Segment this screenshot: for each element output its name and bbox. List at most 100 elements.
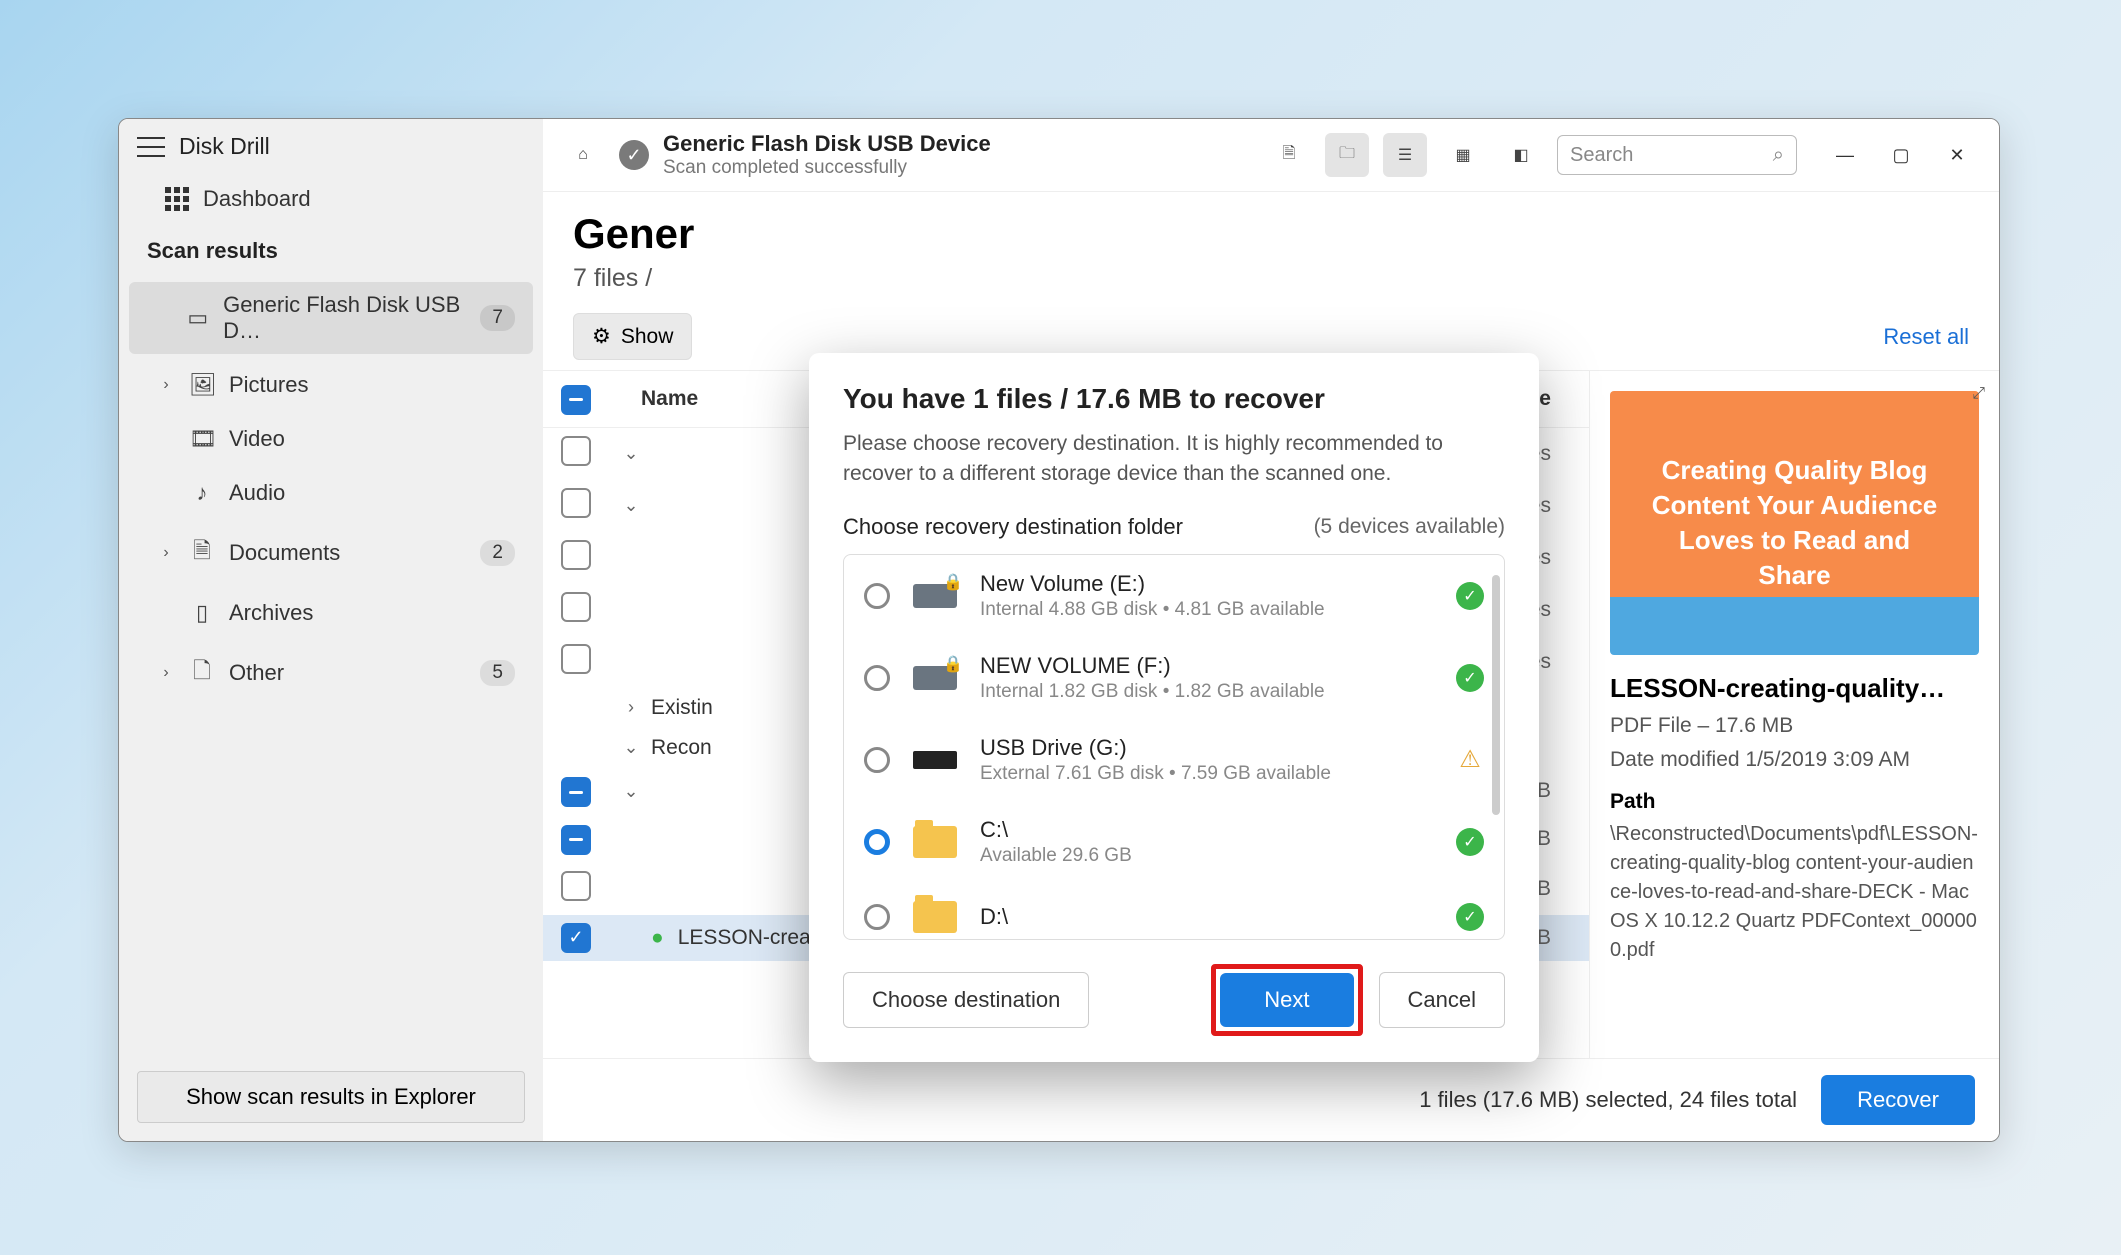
radio-button[interactable] [864,583,890,609]
recover-button[interactable]: Recover [1821,1075,1975,1125]
preview-path: \Reconstructed\Documents\pdf\LESSON-crea… [1610,820,1979,965]
home-icon[interactable]: ⌂ [561,133,605,177]
cancel-button[interactable]: Cancel [1379,972,1505,1028]
grid-icon [165,187,189,211]
selection-status: 1 files (17.6 MB) selected, 24 files tot… [1419,1087,1797,1113]
sidebar-scan-results-header: Scan results [119,224,543,278]
show-label: Show [621,325,674,349]
close-button[interactable]: ✕ [1933,135,1981,175]
sidebar-item-other[interactable]: › 🗋 Other 5 [129,644,533,702]
show-filter-button[interactable]: ⚙ Show [573,313,692,360]
device-option[interactable]: NEW VOLUME (F:)Internal 1.82 GB disk • 1… [844,637,1504,719]
device-name: USB Drive (G:) [980,735,1436,761]
status-ok-icon: ✓ [1456,582,1484,610]
search-input[interactable]: Search ⌕ [1557,135,1797,175]
choose-destination-button[interactable]: Choose destination [843,972,1089,1028]
sliders-icon: ⚙ [592,324,611,349]
radio-button[interactable] [864,904,890,930]
sidebar-item-label: Generic Flash Disk USB D… [223,292,466,344]
search-icon: ⌕ [1773,144,1784,167]
app-window: Disk Drill Dashboard Scan results ▭ Gene… [118,118,2000,1142]
preview-modified: Date modified 1/5/2019 3:09 AM [1610,748,1979,772]
status-ok-icon: ✓ [1456,664,1484,692]
folder-icon[interactable]: 🗀 [1325,133,1369,177]
archive-icon: ▯ [189,600,215,626]
reset-all-link[interactable]: Reset all [1883,324,1969,350]
audio-icon: ♪ [189,480,215,506]
drive-icon: ▭ [187,305,210,331]
sidebar-badge: 5 [480,660,515,686]
radio-button[interactable] [864,747,890,773]
topbar-title: Generic Flash Disk USB Device [663,131,991,157]
bottom-bar: 1 files (17.6 MB) selected, 24 files tot… [543,1058,1999,1141]
chevron-right-icon: › [157,544,175,562]
sidebar-item-device[interactable]: ▭ Generic Flash Disk USB D… 7 [129,282,533,354]
show-in-explorer-button[interactable]: Show scan results in Explorer [137,1071,525,1123]
status-warning-icon: ⚠ [1456,746,1484,774]
list-icon[interactable]: ☰ [1383,133,1427,177]
radio-button-selected[interactable] [864,829,890,855]
sidebar-item-label: Documents [229,540,340,566]
hero: Gener 7 files / [543,192,1999,303]
sidebar-item-archives[interactable]: ▯ Archives [129,590,533,636]
row-checkbox[interactable] [561,644,591,674]
preview-path-label: Path [1610,790,1979,814]
radio-button[interactable] [864,665,890,691]
sidebar-item-documents[interactable]: › 🗎 Documents 2 [129,524,533,582]
panel-icon[interactable]: ◧ [1499,133,1543,177]
row-checkbox[interactable] [561,871,591,901]
row-checkbox[interactable] [561,592,591,622]
row-checkbox[interactable] [561,777,591,807]
row-checkbox[interactable] [561,436,591,466]
status-ok-icon: ✓ [1456,903,1484,931]
folder-icon [913,826,957,858]
sidebar-item-audio[interactable]: ♪ Audio [129,470,533,516]
app-title: Disk Drill [179,133,270,160]
preview-panel: ⤢ Creating Quality Blog Content Your Aud… [1589,371,1999,1058]
maximize-button[interactable]: ▢ [1877,135,1925,175]
device-option[interactable]: D:\ ✓ [844,883,1504,939]
minimize-button[interactable]: — [1821,135,1869,175]
dialog-title: You have 1 files / 17.6 MB to recover [843,383,1505,415]
row-checkbox[interactable] [561,540,591,570]
preview-filetype: PDF File – 17.6 MB [1610,714,1979,738]
preview-thumbnail: Creating Quality Blog Content Your Audie… [1610,391,1979,655]
device-option-selected[interactable]: C:\Available 29.6 GB ✓ [844,801,1504,883]
status-ok-icon: ✓ [1456,828,1484,856]
page-subtitle: 7 files / [573,264,1969,293]
row-checkbox[interactable] [561,488,591,518]
device-option[interactable]: USB Drive (G:)External 7.61 GB disk • 7.… [844,719,1504,801]
file-icon[interactable]: 🗎 [1267,133,1311,177]
sidebar-badge: 7 [480,305,515,331]
device-name: NEW VOLUME (F:) [980,653,1436,679]
device-detail: Internal 1.82 GB disk • 1.82 GB availabl… [980,681,1436,703]
next-button[interactable]: Next [1220,973,1353,1027]
chevron-down-icon: ⌄ [611,737,651,758]
grid-icon[interactable]: ▦ [1441,133,1485,177]
device-detail: Internal 4.88 GB disk • 4.81 GB availabl… [980,599,1436,621]
device-name: New Volume (E:) [980,571,1436,597]
sidebar-item-video[interactable]: 🎞 Video [129,416,533,462]
sidebar-dashboard-label: Dashboard [203,186,311,212]
device-list: New Volume (E:)Internal 4.88 GB disk • 4… [843,554,1505,940]
next-button-highlight: Next [1211,964,1362,1036]
row-checkbox[interactable] [561,825,591,855]
chevron-down-icon: ⌄ [611,443,651,464]
sidebar-dashboard[interactable]: Dashboard [119,174,543,224]
device-option[interactable]: New Volume (E:)Internal 4.88 GB disk • 4… [844,555,1504,637]
select-all-checkbox[interactable] [561,385,591,415]
sidebar-item-label: Other [229,660,284,686]
device-detail: Available 29.6 GB [980,845,1436,867]
hdd-icon [913,666,957,690]
row-checkbox[interactable] [561,923,591,953]
expand-icon[interactable]: ⤢ [1972,385,1985,403]
topbar: ⌂ ✓ Generic Flash Disk USB Device Scan c… [543,119,1999,192]
device-name: D:\ [980,904,1436,930]
sidebar-item-pictures[interactable]: › 🖼 Pictures [129,362,533,408]
device-name: C:\ [980,817,1436,843]
sidebar-item-label: Pictures [229,372,308,398]
menu-icon[interactable] [137,137,165,157]
sidebar-badge: 2 [480,540,515,566]
devices-available-label: (5 devices available) [1314,515,1505,539]
dialog-description: Please choose recovery destination. It i… [843,429,1505,490]
